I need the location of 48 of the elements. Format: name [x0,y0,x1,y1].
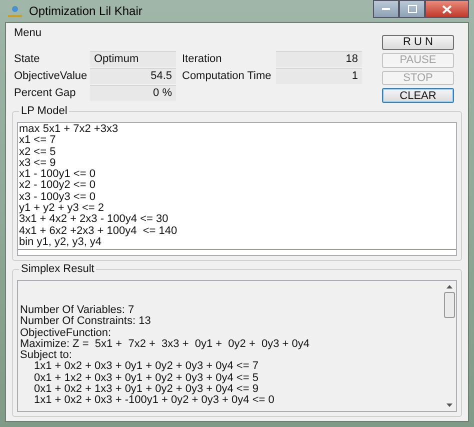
result-line: Number Of Constraints: 13 [20,316,152,328]
model-line: y1 + y2 + y3 <= 2 [19,203,106,214]
app-icon [7,4,23,18]
model-line: x3 - 100y3 <= 0 [19,192,96,203]
scroll-up-icon[interactable] [446,284,453,289]
action-button[interactable]: CLEAR [382,88,454,103]
scrollbar-thumb[interactable] [444,292,455,318]
result-line: ObjectiveFunction: [20,328,112,339]
scroll-down-icon[interactable] [446,403,453,408]
field-label: State [14,52,41,67]
model-line: x2 - 100y2 <= 0 [19,180,96,192]
field-label: Percent Gap [14,86,77,101]
result-line: Subject to: [20,350,72,362]
constraint-line: 1x1 + 0x2 + 0x3 + -100y1 + 0y2 + 0y3 + 0y4 <= 0 [33,395,276,407]
result-text-area[interactable] [17,280,457,412]
field-label: Iteration [182,52,223,67]
model-line: x2 <= 5 [19,146,57,158]
result-line: Maximize: Z = 5x1 + 7x2 + 3x3 + 0y1 + 0y2 + 0y3 + 0y4 [20,338,311,350]
action-button[interactable]: R U N [382,35,454,50]
field-label: Computation Time [182,69,272,84]
output-field: 0 % [90,85,176,101]
output-field: Optimum [90,51,176,67]
constraint-line: 0x1 + 0x2 + 1x3 + 0y1 + 0y2 + 0y3 + 0y4 <= 9 [33,384,260,396]
model-line: bin y1, y2, y3, y4 [19,236,103,248]
output-field: 54.5 [90,68,176,84]
group-title: LP Model [19,105,70,117]
model-text-area[interactable]: max 5x1 + 7x2 +3x3 x1 <= 7 x2 <= 5 x3 <= 9 x1 - 100y1 <= 0 x2 - 100y2 <= 0 x3 - 100y3 <= 0 y1 + y2 + y3 <= 2 3x1 + 4x2 + 2x3 - 100y4 <= 30 4x1 + 6x2 +2x3 + 100y4 <= 140 bin y1, y2, y3, y4 [17,122,457,256]
output-field: 18 [276,51,362,67]
field-label: ObjectiveValue [14,69,88,84]
constraint-line: 0x1 + 1x2 + 0x3 + 0y1 + 0y2 + 0y3 + 0y4 <= 5 [33,372,260,384]
maximize-button[interactable] [399,0,425,18]
output-field: 1 [276,68,362,84]
result-line: Number Of Variables: 7 [20,305,136,316]
menu-item[interactable]: Menu [12,25,44,41]
minimize-icon [382,8,390,10]
maximize-icon [408,5,416,13]
model-line: x3 <= 9 [19,158,57,169]
model-line: 4x1 + 6x2 +2x3 + 100y4 <= 140 [19,226,178,237]
model-line: x1 <= 7 [19,135,57,147]
model-line: 3x1 + 4x2 + 2x3 - 100y4 <= 30 [19,214,170,226]
close-icon [442,4,452,14]
close-button[interactable] [425,0,469,18]
minimize-button[interactable] [373,0,399,18]
group-title: Simplex Result [19,263,96,275]
constraint-line: 1x1 + 0x2 + 0x3 + 0y1 + 0y2 + 0y3 + 0y4 <= 7 [34,361,260,373]
model-line: max 5x1 + 7x2 +3x3 [19,124,120,135]
model-line: x1 - 100y1 <= 0 [19,169,96,180]
window-title: Optimization Lil Khair [29,4,142,18]
